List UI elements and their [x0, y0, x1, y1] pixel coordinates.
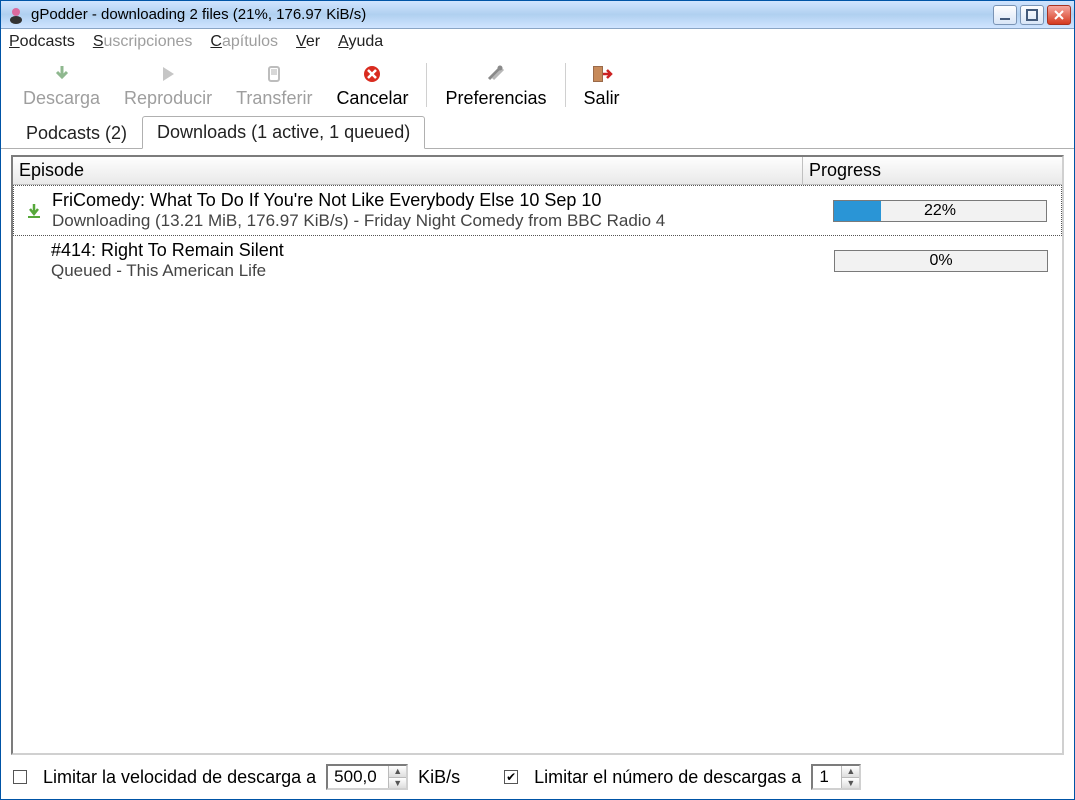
progress-label: 22%	[924, 202, 956, 220]
menu-suscripciones: Suscripciones	[93, 33, 193, 51]
menu-podcasts[interactable]: Podcasts	[9, 33, 75, 51]
close-button[interactable]	[1047, 5, 1071, 25]
toolbar-separator	[565, 63, 566, 107]
download-row[interactable]: FriComedy: What To Do If You're Not Like…	[13, 185, 1062, 236]
limit-speed-checkbox[interactable]	[13, 770, 27, 784]
limit-count-spinner[interactable]: 1 ▲ ▼	[811, 764, 861, 790]
toolbar-salir[interactable]: Salir	[572, 60, 632, 111]
tab-podcasts[interactable]: Podcasts (2)	[11, 117, 142, 149]
toolbar-descarga: Descarga	[11, 60, 112, 111]
settings-icon	[485, 62, 507, 86]
menu-ver[interactable]: Ver	[296, 33, 320, 51]
spinner-down-icon[interactable]: ▼	[841, 778, 859, 789]
cancel-icon	[362, 62, 382, 86]
spinner-down-icon[interactable]: ▼	[388, 778, 406, 789]
toolbar-transferir-label: Transferir	[236, 88, 312, 109]
toolbar-reproducir: Reproducir	[112, 60, 224, 111]
play-icon	[158, 62, 178, 86]
download-text: #414: Right To Remain Silent Queued - Th…	[47, 240, 826, 281]
spinner-up-icon[interactable]: ▲	[388, 766, 406, 778]
toolbar-reproducir-label: Reproducir	[124, 88, 212, 109]
menu-ayuda[interactable]: Ayuda	[338, 33, 383, 51]
titlebar[interactable]: gPodder - downloading 2 files (21%, 176.…	[1, 1, 1074, 29]
limit-speed-value[interactable]: 500,0	[328, 766, 388, 788]
episode-title: #414: Right To Remain Silent	[51, 240, 826, 261]
exit-icon	[591, 62, 613, 86]
downloads-panel: Episode Progress FriComedy: What To Do I…	[11, 155, 1064, 755]
window: gPodder - downloading 2 files (21%, 176.…	[0, 0, 1075, 800]
toolbar-separator	[426, 63, 427, 107]
progress-label: 0%	[929, 252, 952, 270]
toolbar-cancelar-label: Cancelar	[336, 88, 408, 109]
tab-downloads[interactable]: Downloads (1 active, 1 queued)	[142, 116, 425, 149]
toolbar-transferir: Transferir	[224, 60, 324, 111]
limit-count-checkbox[interactable]: ✔	[504, 770, 518, 784]
limit-speed-label: Limitar la velocidad de descarga a	[43, 767, 316, 788]
window-buttons	[993, 5, 1071, 25]
progress-bar: 0%	[834, 250, 1048, 272]
column-episode[interactable]: Episode	[13, 157, 803, 184]
downloading-icon	[20, 203, 48, 219]
toolbar-salir-label: Salir	[584, 88, 620, 109]
download-row[interactable]: #414: Right To Remain Silent Queued - Th…	[13, 236, 1062, 285]
tabstrip: Podcasts (2) Downloads (1 active, 1 queu…	[1, 115, 1074, 149]
episode-subtitle: Queued - This American Life	[51, 261, 826, 281]
progress-cell: 0%	[826, 250, 1056, 272]
column-progress[interactable]: Progress	[803, 157, 1062, 184]
window-title: gPodder - downloading 2 files (21%, 176.…	[31, 6, 993, 23]
download-text: FriComedy: What To Do If You're Not Like…	[48, 190, 825, 231]
toolbar-cancelar[interactable]: Cancelar	[324, 60, 420, 111]
toolbar-preferencias[interactable]: Preferencias	[433, 60, 558, 111]
episode-subtitle: Downloading (13.21 MiB, 176.97 KiB/s) - …	[52, 211, 825, 231]
download-rows: FriComedy: What To Do If You're Not Like…	[13, 185, 1062, 753]
menu-capitulos: Capítulos	[210, 33, 278, 51]
episode-title: FriComedy: What To Do If You're Not Like…	[52, 190, 825, 211]
minimize-button[interactable]	[993, 5, 1017, 25]
limit-speed-spinner[interactable]: 500,0 ▲ ▼	[326, 764, 408, 790]
toolbar-descarga-label: Descarga	[23, 88, 100, 109]
toolbar: Descarga Reproducir Transferir Cancelar	[1, 55, 1074, 115]
progress-fill	[834, 201, 881, 221]
list-header: Episode Progress	[13, 157, 1062, 185]
app-icon	[7, 6, 25, 24]
maximize-button[interactable]	[1020, 5, 1044, 25]
transfer-icon	[264, 62, 284, 86]
spinner-up-icon[interactable]: ▲	[841, 766, 859, 778]
progress-bar: 22%	[833, 200, 1047, 222]
toolbar-preferencias-label: Preferencias	[445, 88, 546, 109]
limit-count-label: Limitar el número de descargas a	[534, 767, 801, 788]
menubar: Podcasts Suscripciones Capítulos Ver Ayu…	[1, 29, 1074, 55]
limit-speed-unit: KiB/s	[418, 767, 460, 788]
download-icon	[52, 62, 72, 86]
limit-count-value[interactable]: 1	[813, 766, 841, 788]
bottom-bar: Limitar la velocidad de descarga a 500,0…	[1, 755, 1074, 799]
progress-cell: 22%	[825, 200, 1055, 222]
